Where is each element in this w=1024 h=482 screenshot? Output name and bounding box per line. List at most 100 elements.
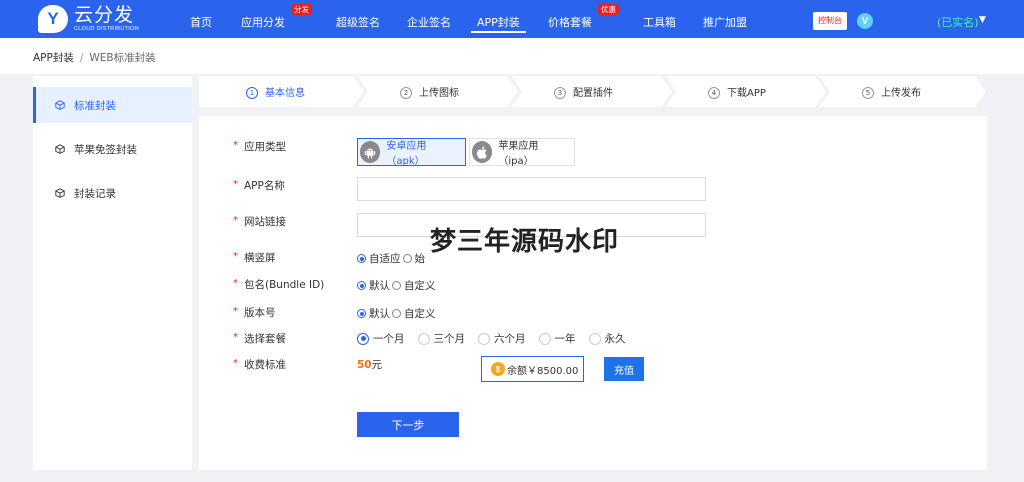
caret-down-icon[interactable]: ▼ <box>979 15 986 25</box>
required-mark: * <box>233 306 238 317</box>
bundle-id-radio-group: 默认 自定义 <box>357 278 438 293</box>
plan-radio-group: 一个月 三个月 六个月 一年 永久 <box>357 331 628 346</box>
app-type-android-option[interactable]: 安卓应用（apk） <box>357 138 466 167</box>
option-label: 一年 <box>554 333 576 345</box>
plan-option-1-month[interactable]: 一个月 <box>357 331 405 346</box>
step-label: 上传图标 <box>419 88 459 99</box>
plan-option-3-months[interactable]: 三个月 <box>417 331 466 346</box>
plan-option-6-months[interactable]: 六个月 <box>478 331 526 346</box>
label-site-url: 网站链接 <box>244 216 286 228</box>
apple-icon <box>472 141 493 163</box>
user-verified-status[interactable]: (已实名) <box>937 14 979 30</box>
step-number: 1 <box>246 87 258 99</box>
radio-checked[interactable] <box>357 309 366 318</box>
logo-subtitle: CLOUD DISTRIBUTION <box>74 25 139 32</box>
required-mark: * <box>233 251 238 262</box>
nav-item-distribution[interactable]: 应用分发 <box>241 14 285 30</box>
label-orientation: 横竖屏 <box>244 252 276 264</box>
radio-unchecked[interactable] <box>538 332 551 345</box>
nav-item-partner[interactable]: 推广加盟 <box>703 14 747 30</box>
android-icon <box>360 141 381 163</box>
watermark: 梦三年源码水印 <box>430 227 620 257</box>
option-label: 一个月 <box>373 333 405 345</box>
option-label: 永久 <box>604 333 626 345</box>
bundle-id-option-default[interactable]: 默认 <box>357 278 390 293</box>
form-panel: * 应用类型 安卓应用（apk） 苹果应用（ipa） * APP名称 * 网站链… <box>199 116 987 470</box>
option-label: 自定义 <box>404 308 436 320</box>
orientation-option-2[interactable]: 始 <box>402 251 426 266</box>
step-progress: 1 基本信息 2 上传图标 3 配置插件 4 下载APP 5 上传发布 <box>199 76 987 107</box>
breadcrumb-root[interactable]: APP封装 <box>33 52 74 64</box>
radio-unchecked[interactable] <box>402 254 412 263</box>
radio-unchecked[interactable] <box>392 309 401 318</box>
plan-option-forever[interactable]: 永久 <box>588 331 626 346</box>
sidebar-item-apple-nosign-wrap[interactable]: 苹果免签封装 <box>33 131 192 167</box>
required-mark: * <box>233 278 238 289</box>
radio-checked[interactable] <box>357 332 369 345</box>
sidebar-item-standard-wrap[interactable]: 标准封装 <box>33 87 192 123</box>
radio-unchecked[interactable] <box>417 332 430 345</box>
orientation-radio-group: 自适应 始 <box>357 251 427 266</box>
sidebar: 标准封装 苹果免签封装 封装记录 <box>33 76 192 470</box>
app-type-android-label: 安卓应用（apk） <box>386 141 427 167</box>
app-type-ios-label: 苹果应用（ipa） <box>498 141 539 167</box>
radio-unchecked[interactable] <box>588 332 601 345</box>
app-type-ios-option[interactable]: 苹果应用（ipa） <box>469 138 575 167</box>
logo[interactable]: Y 云分发 CLOUD DISTRIBUTION <box>38 5 139 33</box>
radio-checked[interactable] <box>357 254 366 263</box>
nav-item-enterprise-sign[interactable]: 企业签名 <box>407 14 451 30</box>
radio-checked[interactable] <box>357 281 366 290</box>
option-label: 默认 <box>369 308 390 320</box>
logo-mark: Y <box>38 5 68 33</box>
option-label: 六个月 <box>494 333 526 345</box>
option-label: 自适应 <box>369 253 401 265</box>
nav-item-toolbox[interactable]: 工具箱 <box>643 14 676 30</box>
option-label: 始 <box>414 253 426 265</box>
option-label: 默认 <box>369 280 390 292</box>
label-app-type: 应用类型 <box>244 141 286 153</box>
step-label: 下载APP <box>727 88 766 99</box>
option-label: 三个月 <box>433 333 466 345</box>
nav-item-home[interactable]: 首页 <box>190 14 212 30</box>
app-name-input[interactable] <box>357 177 706 201</box>
version-option-default[interactable]: 默认 <box>357 306 390 321</box>
required-mark: * <box>233 332 238 343</box>
fee-unit: 元 <box>371 359 383 371</box>
step-label: 基本信息 <box>265 88 305 99</box>
balance-text: 余额￥8500.00 <box>507 365 579 377</box>
label-app-name: APP名称 <box>244 180 285 192</box>
orientation-option-auto[interactable]: 自适应 <box>357 251 401 266</box>
nav-item-app-wrap[interactable]: APP封装 <box>471 14 526 33</box>
top-navbar: Y 云分发 CLOUD DISTRIBUTION 首页 应用分发 分发 超级签名… <box>0 0 1024 38</box>
money-bag-icon: $ <box>491 362 505 376</box>
required-mark: * <box>233 358 238 369</box>
version-option-custom[interactable]: 自定义 <box>392 306 436 321</box>
nav-item-super-sign[interactable]: 超级签名 <box>336 14 380 30</box>
sidebar-item-label: 封装记录 <box>74 187 116 200</box>
breadcrumb-current: WEB标准封装 <box>89 52 156 64</box>
cube-icon <box>55 188 65 198</box>
step-number: 5 <box>862 87 874 99</box>
sidebar-item-wrap-records[interactable]: 封装记录 <box>33 175 192 211</box>
console-button[interactable]: 控制台 <box>813 12 847 30</box>
plan-option-1-year[interactable]: 一年 <box>538 331 576 346</box>
recharge-button[interactable]: 充值 <box>604 357 644 381</box>
required-mark: * <box>233 179 238 190</box>
step-number: 4 <box>708 87 720 99</box>
bundle-id-option-custom[interactable]: 自定义 <box>392 278 436 293</box>
vip-icon[interactable]: V <box>857 13 873 29</box>
option-label: 自定义 <box>404 280 436 292</box>
cube-icon <box>55 100 65 110</box>
step-label: 配置插件 <box>573 88 613 99</box>
radio-unchecked[interactable] <box>478 332 490 345</box>
next-step-button[interactable]: 下一步 <box>357 412 459 437</box>
fee-amount: 50元 <box>357 357 382 372</box>
label-fee: 收费标准 <box>244 359 286 371</box>
nav-item-pricing[interactable]: 价格套餐 <box>548 14 592 30</box>
radio-unchecked[interactable] <box>392 281 401 290</box>
sidebar-item-label: 标准封装 <box>74 99 116 112</box>
fee-value: 50 <box>357 359 372 371</box>
nav-badge-pricing: 优惠 <box>598 4 619 15</box>
sidebar-item-label: 苹果免签封装 <box>74 143 137 156</box>
breadcrumb: APP封装 / WEB标准封装 <box>33 50 156 65</box>
